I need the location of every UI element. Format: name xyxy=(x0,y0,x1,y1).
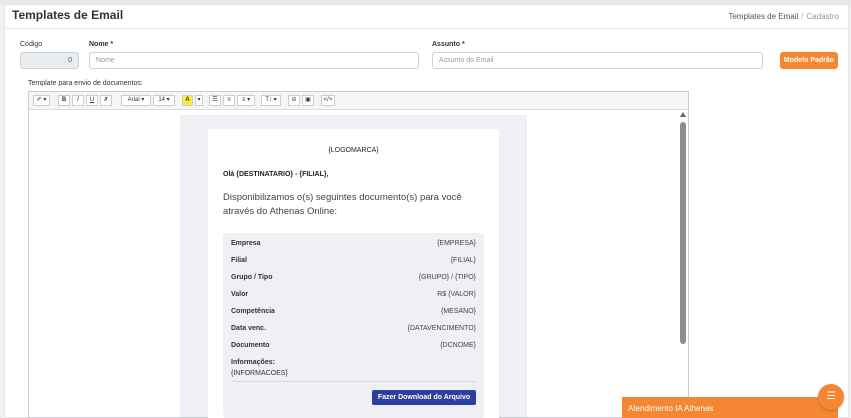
info-row-label: Documento xyxy=(231,342,270,349)
font-select[interactable]: Arial ▾ xyxy=(121,95,151,106)
info-row-value: {EMPRESA} xyxy=(437,240,476,247)
informacoes-label: Informações: xyxy=(231,359,275,366)
scroll-up-arrow-icon[interactable] xyxy=(680,112,686,117)
nome-input[interactable]: Nome xyxy=(89,52,419,69)
style-button[interactable]: ✐ ▾ xyxy=(33,95,50,106)
informacoes-value: {INFORMACOES} xyxy=(231,370,288,377)
assunto-label: Assunto * xyxy=(432,41,465,48)
breadcrumb-current: Cadastro xyxy=(806,12,839,21)
font-color-icon[interactable]: A xyxy=(182,95,193,106)
italic-button[interactable]: I xyxy=(72,95,84,106)
greeting-text: Olá {DESTINATARIO} - {FILIAL}, xyxy=(223,171,329,178)
chat-bar[interactable]: Atendimento IA Athenas xyxy=(622,397,838,418)
chat-icon[interactable]: ☰ xyxy=(818,384,844,410)
document-info-box: Empresa {EMPRESA} Filial {FILIAL} Grupo … xyxy=(223,233,484,418)
info-row-label: Competência xyxy=(231,308,275,315)
codigo-label: Código xyxy=(20,41,43,48)
eraser-icon[interactable]: ✗ xyxy=(100,95,112,106)
unordered-list-icon[interactable]: ☰ xyxy=(209,95,221,106)
info-row-value: {MESANO} xyxy=(440,308,476,315)
breadcrumb-separator: / xyxy=(801,12,804,21)
nome-label: Nome * xyxy=(89,41,114,48)
info-row-label: Empresa xyxy=(231,240,261,247)
info-divider xyxy=(231,381,476,382)
font-size-select[interactable]: 14 ▾ xyxy=(153,95,175,106)
line-height-icon[interactable]: T↕ ▾ xyxy=(261,95,281,106)
link-icon[interactable]: ⊖ xyxy=(288,95,300,106)
logo-placeholder: {LOGOMARCA} xyxy=(328,147,379,154)
ordered-list-icon[interactable]: ≡ xyxy=(223,95,235,106)
image-icon[interactable]: ▣ xyxy=(302,95,314,106)
info-row-label: Filial xyxy=(231,257,247,264)
breadcrumb: Templates de Email / Cadastro xyxy=(728,12,839,21)
code-view-icon[interactable]: </> xyxy=(321,95,335,106)
assunto-input[interactable]: Assunto do Email xyxy=(432,52,763,69)
info-row-label: Grupo / Tipo xyxy=(231,274,273,281)
email-card: {LOGOMARCA} Olá {DESTINATARIO} - {FILIAL… xyxy=(208,129,499,418)
scrollbar-thumb[interactable] xyxy=(680,122,686,344)
info-row-value: {DATAVENCIMENTO} xyxy=(407,325,476,332)
breadcrumb-templates[interactable]: Templates de Email xyxy=(728,12,798,21)
info-row-value: {FILIAL} xyxy=(450,257,476,264)
download-button[interactable]: Fazer Download do Arquivo xyxy=(372,390,476,405)
info-row-value: {GRUPO} / {TIPO} xyxy=(418,274,476,281)
message-text: Disponibilizamos o(s) seguintes document… xyxy=(223,192,462,217)
rich-text-editor: ✐ ▾ B I U ✗ Arial ▾ 14 ▾ A ▾ ☰ ≡ ≡ ▾ T↕ … xyxy=(28,91,689,418)
email-preview-frame: {LOGOMARCA} Olá {DESTINATARIO} - {FILIAL… xyxy=(180,115,527,418)
header-divider xyxy=(4,28,849,29)
font-color-caret[interactable]: ▾ xyxy=(195,95,203,106)
info-row-label: Valor xyxy=(231,291,249,298)
info-row-value: {DCNOME} xyxy=(440,342,476,349)
editor-content-area[interactable]: {LOGOMARCA} Olá {DESTINATARIO} - {FILIAL… xyxy=(29,110,688,418)
template-label: Template para envio de documentos: xyxy=(28,80,143,87)
page-title: Templates de Email xyxy=(12,8,124,22)
modelo-padrao-button[interactable]: Modelo Padrão xyxy=(780,52,838,69)
bold-button[interactable]: B xyxy=(58,95,70,106)
editor-toolbar: ✐ ▾ B I U ✗ Arial ▾ 14 ▾ A ▾ ☰ ≡ ≡ ▾ T↕ … xyxy=(29,92,688,110)
info-row-value: R$ {VALOR} xyxy=(437,291,476,298)
underline-button[interactable]: U xyxy=(86,95,98,106)
info-row-label: Data venc. xyxy=(231,325,267,332)
codigo-field: 0 xyxy=(20,52,79,69)
paragraph-align-icon[interactable]: ≡ ▾ xyxy=(237,95,255,106)
